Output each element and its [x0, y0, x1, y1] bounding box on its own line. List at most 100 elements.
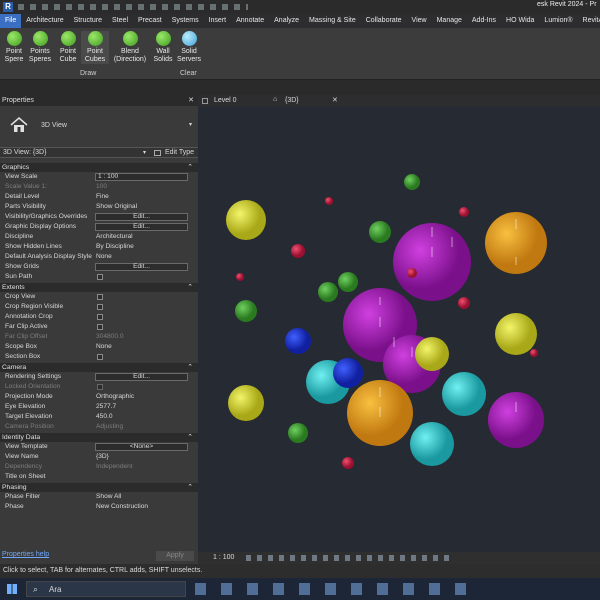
sphere[interactable] [488, 392, 544, 448]
point-cube-button[interactable]: Point Cube [54, 31, 82, 64]
collapse-icon[interactable]: ⌃ [187, 483, 193, 492]
far-clip-checkbox[interactable] [97, 324, 103, 330]
windows-start-icon[interactable] [7, 584, 17, 594]
collapse-icon[interactable]: ⌃ [187, 433, 193, 442]
prop-value[interactable]: Show Original [96, 202, 137, 212]
sun-path-checkbox[interactable] [97, 274, 103, 280]
point-spere-button[interactable]: Point Spere [0, 31, 28, 64]
prop-value[interactable]: Show All [96, 492, 121, 502]
section-extents[interactable]: Extents ⌃ [0, 283, 198, 292]
sphere[interactable] [342, 457, 354, 469]
sphere[interactable] [325, 197, 333, 205]
type-selector[interactable]: 3D View ▾ [0, 106, 198, 146]
row-parts-visibility[interactable]: Parts Visibility Show Original [0, 202, 198, 212]
3d-viewport[interactable] [198, 107, 600, 552]
tab-revita[interactable]: RevitA [578, 14, 600, 28]
tab-massing-site[interactable]: Massing & Site [304, 14, 361, 28]
collapse-icon[interactable]: ⌃ [187, 363, 193, 372]
points-speres-button[interactable]: Points Speres [26, 31, 54, 64]
prop-value[interactable]: 2577.7 [96, 402, 116, 412]
properties-help-link[interactable]: Properties help [2, 551, 49, 558]
taskbar-app-icons[interactable] [195, 583, 480, 595]
sphere[interactable] [530, 349, 538, 357]
scale-control[interactable]: 1 : 100 [213, 554, 234, 561]
row-eye-elevation[interactable]: Eye Elevation 2577.7 [0, 402, 198, 412]
sphere[interactable] [410, 422, 454, 466]
tab-systems[interactable]: Systems [167, 14, 204, 28]
collapse-icon[interactable]: ⌃ [187, 163, 193, 172]
prop-value[interactable]: Architectural [96, 232, 133, 242]
section-camera[interactable]: Camera ⌃ [0, 363, 198, 372]
view-control-icons[interactable] [246, 555, 451, 561]
row-default-analysis[interactable]: Default Analysis Display Style None [0, 252, 198, 262]
prop-value[interactable]: Fine [96, 192, 109, 202]
tab-ho-wida[interactable]: HO Wida [501, 14, 539, 28]
sphere[interactable] [369, 221, 391, 243]
sphere[interactable] [285, 328, 311, 354]
show-grids-edit-button[interactable]: Edit... [95, 263, 188, 271]
tab-precast[interactable]: Precast [133, 14, 167, 28]
tab-3d[interactable]: {3D} [285, 97, 299, 104]
prop-value[interactable]: None [96, 252, 112, 262]
section-phasing[interactable]: Phasing ⌃ [0, 483, 198, 492]
crop-region-checkbox[interactable] [97, 304, 103, 310]
prop-value[interactable]: New Construction [96, 502, 148, 512]
row-detail-level[interactable]: Detail Level Fine [0, 192, 198, 202]
row-target-elevation[interactable]: Target Elevation 450.0 [0, 412, 198, 422]
solid-servers-button[interactable]: Solid Servers [175, 31, 203, 64]
row-phase[interactable]: Phase New Construction [0, 502, 198, 512]
sphere[interactable] [458, 297, 470, 309]
close-icon[interactable]: ✕ [332, 96, 338, 104]
tab-analyze[interactable]: Analyze [269, 14, 304, 28]
sphere[interactable] [318, 282, 338, 302]
graphic-display-edit-button[interactable]: Edit... [95, 223, 188, 231]
prop-value[interactable]: {3D} [96, 452, 109, 462]
taskbar-search[interactable]: ⌕ Ara [26, 581, 186, 597]
tab-add-ins[interactable]: Add-Ins [467, 14, 501, 28]
sphere[interactable] [228, 385, 264, 421]
point-cubes-button[interactable]: Point Cubes [81, 31, 109, 64]
sphere[interactable] [459, 207, 469, 217]
prop-value[interactable]: None [96, 342, 112, 352]
tab-level-0[interactable]: Level 0 [214, 97, 237, 104]
sphere[interactable] [495, 313, 537, 355]
section-box-checkbox[interactable] [97, 354, 103, 360]
row-phase-filter[interactable]: Phase Filter Show All [0, 492, 198, 502]
sphere[interactable] [333, 358, 363, 388]
row-discipline[interactable]: Discipline Architectural [0, 232, 198, 242]
tab-architecture[interactable]: Architecture [21, 14, 68, 28]
annotation-crop-checkbox[interactable] [97, 314, 103, 320]
section-graphics[interactable]: Graphics ⌃ [0, 163, 198, 172]
tab-view[interactable]: View [407, 14, 432, 28]
sphere[interactable] [226, 200, 266, 240]
sphere[interactable] [291, 244, 305, 258]
tab-steel[interactable]: Steel [107, 14, 133, 28]
sphere[interactable] [338, 272, 358, 292]
view-template-button[interactable]: <None> [95, 443, 188, 451]
sphere[interactable] [235, 300, 257, 322]
rendering-edit-button[interactable]: Edit... [95, 373, 188, 381]
revit-logo-icon[interactable]: R [3, 2, 13, 12]
tab-file[interactable]: File [0, 14, 22, 28]
sphere[interactable] [442, 372, 486, 416]
view-scale-input[interactable]: 1 : 100 [95, 173, 188, 181]
prop-value[interactable]: By Discipline [96, 242, 134, 252]
collapse-icon[interactable]: ⌃ [187, 283, 193, 292]
instance-selector[interactable]: 3D View: {3D} ▾ Edit Type [0, 147, 198, 158]
tab-manage[interactable]: Manage [432, 14, 467, 28]
prop-value[interactable]: 450.0 [96, 412, 113, 422]
quick-access-toolbar[interactable] [18, 4, 248, 10]
close-icon[interactable]: ✕ [188, 95, 194, 106]
tab-collaborate[interactable]: Collaborate [361, 14, 407, 28]
sphere[interactable] [407, 268, 417, 278]
row-title-on-sheet[interactable]: Title on Sheet [0, 472, 198, 482]
row-scope-box[interactable]: Scope Box None [0, 342, 198, 352]
row-show-hidden[interactable]: Show Hidden Lines By Discipline [0, 242, 198, 252]
blend-direction-button[interactable]: Blend (Direction) [113, 31, 147, 64]
apply-button[interactable]: Apply [156, 551, 194, 561]
sphere[interactable] [415, 337, 449, 371]
vg-edit-button[interactable]: Edit... [95, 213, 188, 221]
crop-view-checkbox[interactable] [97, 294, 103, 300]
wall-solids-button[interactable]: Wall Solids [149, 31, 177, 64]
sphere[interactable] [288, 423, 308, 443]
